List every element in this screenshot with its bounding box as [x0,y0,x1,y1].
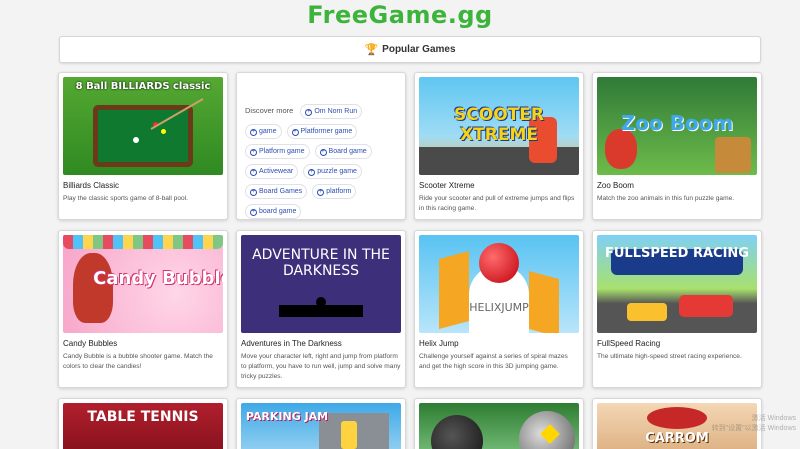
thumb-caption: PARKING JAM [245,410,329,423]
game-title[interactable]: Scooter Xtreme [419,181,579,191]
os-activation-watermark: 激活 Windows 转到"设置"以激活 Windows [711,415,796,432]
thumb-caption: Zoo Boom [620,111,734,135]
thumb-caption: TABLE TENNIS [87,409,199,425]
tag-link[interactable]: + board game [245,204,302,219]
tag-link[interactable]: + Board Games [245,184,308,199]
discover-label: Discover more [245,106,294,115]
game-card-parking-jam[interactable]: PARKING JAM [236,398,406,449]
game-thumbnail[interactable]: TABLE TENNIS [63,403,223,449]
game-thumbnail[interactable]: HELIXJUMP [419,235,579,333]
tag-link[interactable]: + Om Nom Run [300,104,363,119]
game-card-candy-bubbles[interactable]: Candy Bubble Candy Bubbles Candy Bubble … [58,230,228,388]
tag-link[interactable]: + game [245,124,282,139]
game-card-ball-game[interactable] [414,398,584,449]
game-description: Challenge yourself against a series of s… [419,353,568,370]
game-description: Ride your scooter and pull of extreme ju… [419,195,575,212]
game-card-fullspeed-racing[interactable]: FULLSPEED RACING FullSpeed Racing The ul… [592,230,762,388]
tag-link[interactable]: + puzzle game [303,164,362,179]
thumb-caption: ADVENTURE IN THE DARKNESS [252,247,390,279]
popular-games-header: 🏆 Popular Games [59,36,761,63]
section-title: Popular Games [382,44,456,55]
game-thumbnail[interactable]: ADVENTURE IN THE DARKNESS [241,235,401,333]
game-thumbnail[interactable] [419,403,579,449]
game-thumbnail[interactable]: Zoo Boom [597,77,757,175]
game-card-table-tennis[interactable]: TABLE TENNIS [58,398,228,449]
tag-link[interactable]: + platform [312,184,357,199]
game-card-zoo-boom[interactable]: Zoo Boom Zoo Boom Match the zoo animals … [592,72,762,220]
game-title[interactable]: Adventures in The Darkness [241,339,401,349]
game-thumbnail[interactable]: PARKING JAM [241,403,401,449]
tag-link[interactable]: + Platform game [245,144,310,159]
thumb-caption: 8 Ball BILLIARDS classic [75,81,211,92]
game-description: Play the classic sports game of 8-ball p… [63,195,188,202]
game-card-helix-jump[interactable]: HELIXJUMP Helix Jump Challenge yourself … [414,230,584,388]
game-card-adventures-darkness[interactable]: ADVENTURE IN THE DARKNESS Adventures in … [236,230,406,388]
game-description: Move your character left, right and jump… [241,353,401,380]
game-title[interactable]: FullSpeed Racing [597,339,757,349]
game-description: Match the zoo animals in this fun puzzle… [597,195,735,202]
game-card-billiards[interactable]: 8 Ball BILLIARDS classic Billiards Class… [58,72,228,220]
game-thumbnail[interactable]: FULLSPEED RACING [597,235,757,333]
game-description: Candy Bubble is a bubble shooter game. M… [63,353,213,370]
tag-link[interactable]: + Platformer game [286,124,358,139]
site-logo[interactable]: FreeGame.gg [0,1,800,29]
tag-link[interactable]: + Board game [314,144,372,159]
thumb-caption: FULLSPEED RACING [605,246,749,261]
game-description: The ultimate high-speed street racing ex… [597,353,742,360]
game-title[interactable]: Billiards Classic [63,181,223,191]
game-title[interactable]: Candy Bubbles [63,339,223,349]
tag-link[interactable]: + Activewear [245,164,299,179]
game-thumbnail[interactable]: Candy Bubble [63,235,223,333]
thumb-caption: Candy Bubble [93,268,223,289]
game-title[interactable]: Helix Jump [419,339,579,349]
game-title[interactable]: Zoo Boom [597,181,757,191]
game-thumbnail[interactable]: SCOOTER XTREME [419,77,579,175]
game-thumbnail[interactable]: 8 Ball BILLIARDS classic [63,77,223,175]
thumb-caption: SCOOTER XTREME [454,105,544,145]
trophy-icon: 🏆 [364,44,379,56]
discover-more-panel: Discover more + Om Nom Run + game + Platfor… [236,72,406,220]
game-card-scooter-xtreme[interactable]: SCOOTER XTREME Scooter Xtreme Ride your … [414,72,584,220]
thumb-caption: HELIXJUMP [469,301,529,314]
